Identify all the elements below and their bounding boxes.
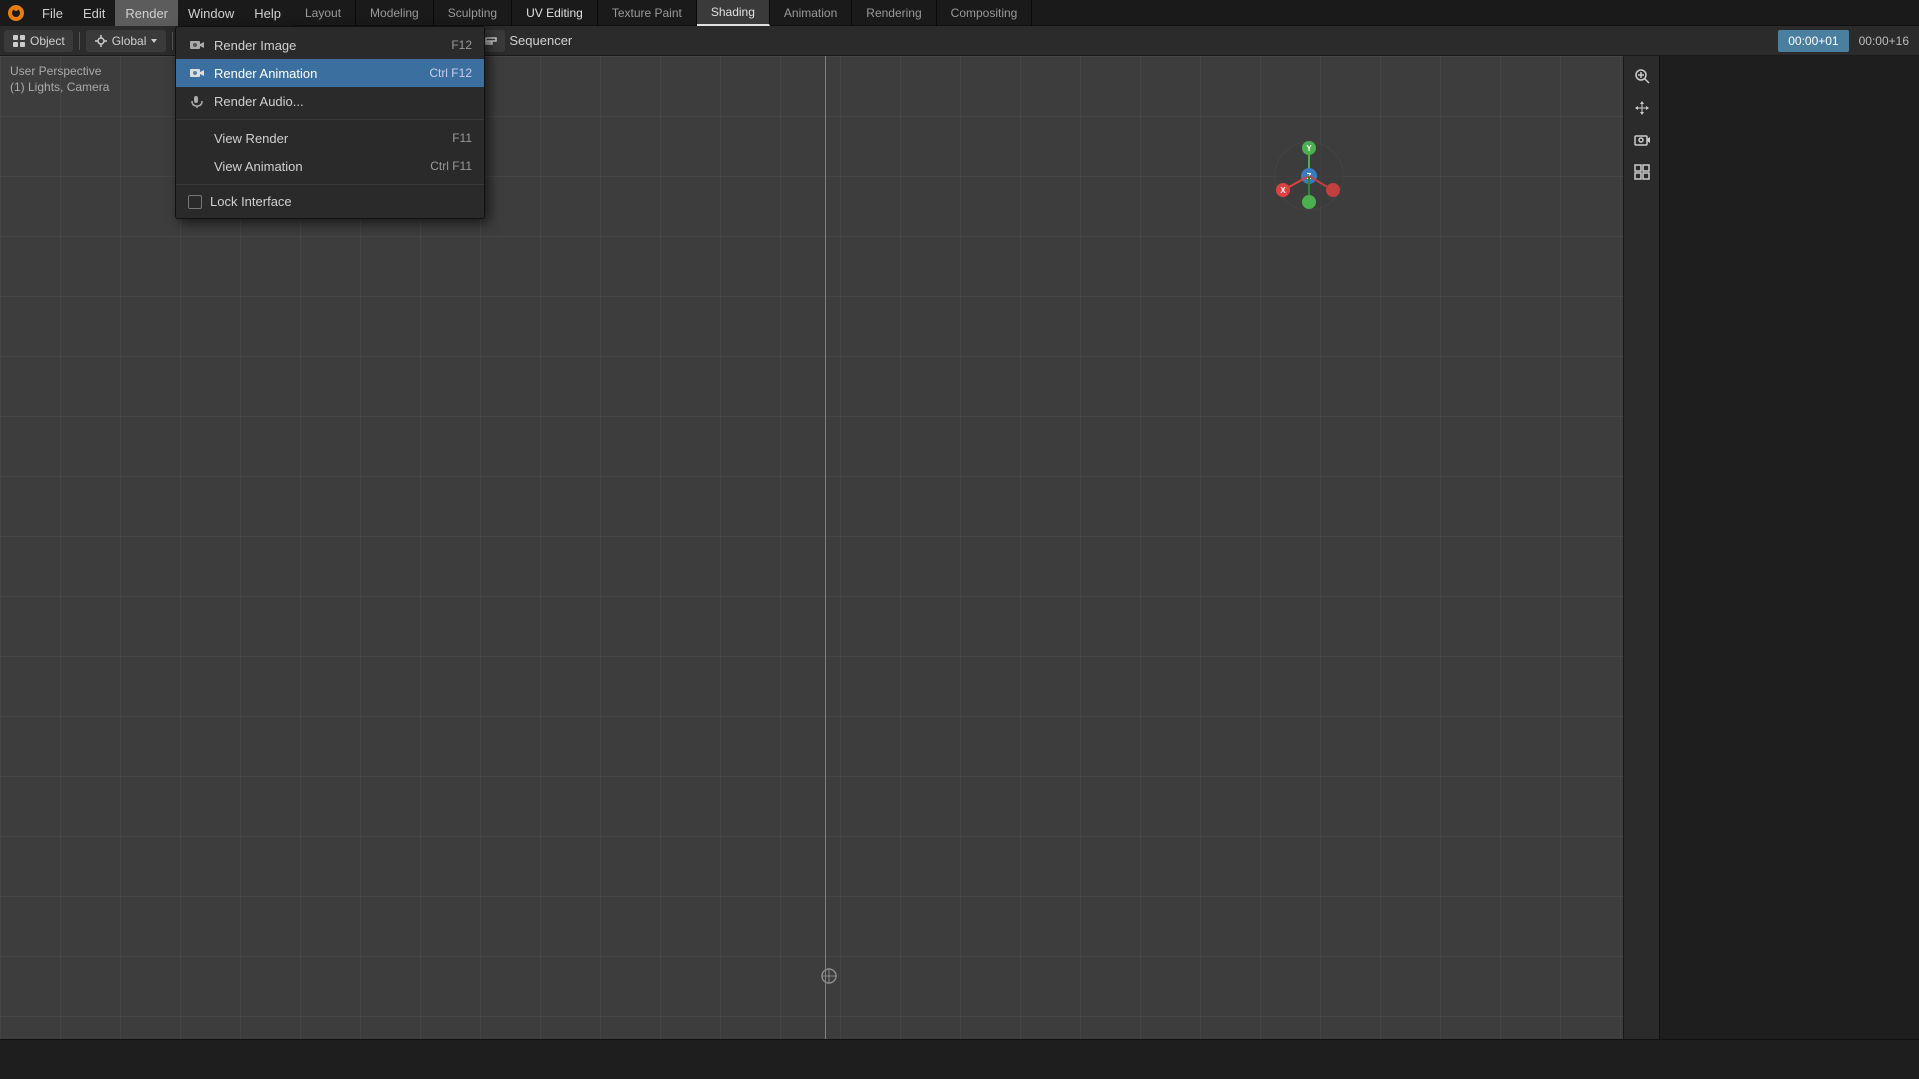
menu-render-audio[interactable]: Render Audio... xyxy=(176,87,484,115)
menu-help[interactable]: Help xyxy=(244,0,291,26)
blender-logo[interactable] xyxy=(0,0,32,26)
lock-interface-label: Lock Interface xyxy=(210,194,292,209)
editor-type-btn[interactable]: Object xyxy=(4,30,73,52)
right-panel xyxy=(1659,56,1919,1039)
menu-view-animation[interactable]: View Animation Ctrl F11 xyxy=(176,152,484,180)
render-animation-label: Render Animation xyxy=(214,66,317,81)
timeline-panel xyxy=(0,1039,1919,1079)
3d-gizmo[interactable]: Y Z X xyxy=(1269,136,1349,216)
render-animation-shortcut: Ctrl F12 xyxy=(429,66,472,80)
separator-1 xyxy=(176,119,484,120)
render-image-label: Render Image xyxy=(214,38,296,53)
tab-compositing[interactable]: Compositing xyxy=(937,0,1033,26)
grid-tool[interactable] xyxy=(1628,158,1656,186)
zoom-tool[interactable] xyxy=(1628,62,1656,90)
menu-render[interactable]: Render xyxy=(115,0,178,26)
tab-texture-paint[interactable]: Texture Paint xyxy=(598,0,697,26)
svg-text:X: X xyxy=(1280,186,1286,195)
workspace-tabs: Layout Modeling Sculpting UV Editing Tex… xyxy=(291,0,1919,26)
perspective-label: User Perspective xyxy=(10,64,109,78)
view-anim-icon xyxy=(188,157,206,175)
view-render-icon xyxy=(188,129,206,147)
tab-sculpting[interactable]: Sculpting xyxy=(434,0,512,26)
tool-sidebar xyxy=(1623,56,1659,1039)
menu-edit[interactable]: Edit xyxy=(73,0,115,26)
menu-bar-left: File Edit Render Window Help xyxy=(32,0,291,26)
global-label: Global xyxy=(112,34,147,48)
camera-icon xyxy=(188,36,206,54)
tab-rendering[interactable]: Rendering xyxy=(852,0,936,26)
menu-render-image[interactable]: Render Image F12 xyxy=(176,31,484,59)
camera-anim-icon xyxy=(188,64,206,82)
view-render-shortcut: F11 xyxy=(452,131,472,145)
tab-uv-editing[interactable]: UV Editing xyxy=(512,0,598,26)
origin-crosshair xyxy=(819,966,839,989)
transform-btn[interactable]: Global xyxy=(86,30,167,52)
svg-text:Y: Y xyxy=(1306,144,1312,153)
viewport-info: User Perspective (1) Lights, Camera xyxy=(10,64,109,94)
tab-layout[interactable]: Layout xyxy=(291,0,356,26)
separator-2 xyxy=(176,184,484,185)
lock-interface-checkbox[interactable] xyxy=(188,195,202,209)
render-dropdown-menu: Render Image F12 Render Animation Ctrl F… xyxy=(175,26,485,219)
render-image-shortcut: F12 xyxy=(451,38,472,52)
scene-label: (1) Lights, Camera xyxy=(10,80,109,94)
sep1 xyxy=(79,32,80,50)
green-line xyxy=(825,56,826,1039)
object-label: Object xyxy=(30,34,65,48)
view-render-label: View Render xyxy=(214,131,288,146)
view-animation-label: View Animation xyxy=(214,159,303,174)
menu-window[interactable]: Window xyxy=(178,0,244,26)
time-current[interactable]: 00:00+01 xyxy=(1778,30,1848,52)
view-animation-shortcut: Ctrl F11 xyxy=(430,159,472,173)
sep2 xyxy=(172,32,173,50)
menu-bar: File Edit Render Window Help Layout Mode… xyxy=(0,0,1919,26)
tab-modeling[interactable]: Modeling xyxy=(356,0,434,26)
sequencer-label: Sequencer xyxy=(509,33,572,48)
time-end: 00:00+16 xyxy=(1853,34,1915,48)
tab-animation[interactable]: Animation xyxy=(770,0,852,26)
camera-tool[interactable] xyxy=(1628,126,1656,154)
pan-tool[interactable] xyxy=(1628,94,1656,122)
menu-render-animation[interactable]: Render Animation Ctrl F12 xyxy=(176,59,484,87)
tab-shading[interactable]: Shading xyxy=(697,0,770,26)
menu-file[interactable]: File xyxy=(32,0,73,26)
menu-view-render[interactable]: View Render F11 xyxy=(176,124,484,152)
menu-lock-interface[interactable]: Lock Interface xyxy=(176,189,484,214)
audio-icon xyxy=(188,92,206,110)
render-audio-label: Render Audio... xyxy=(214,94,304,109)
